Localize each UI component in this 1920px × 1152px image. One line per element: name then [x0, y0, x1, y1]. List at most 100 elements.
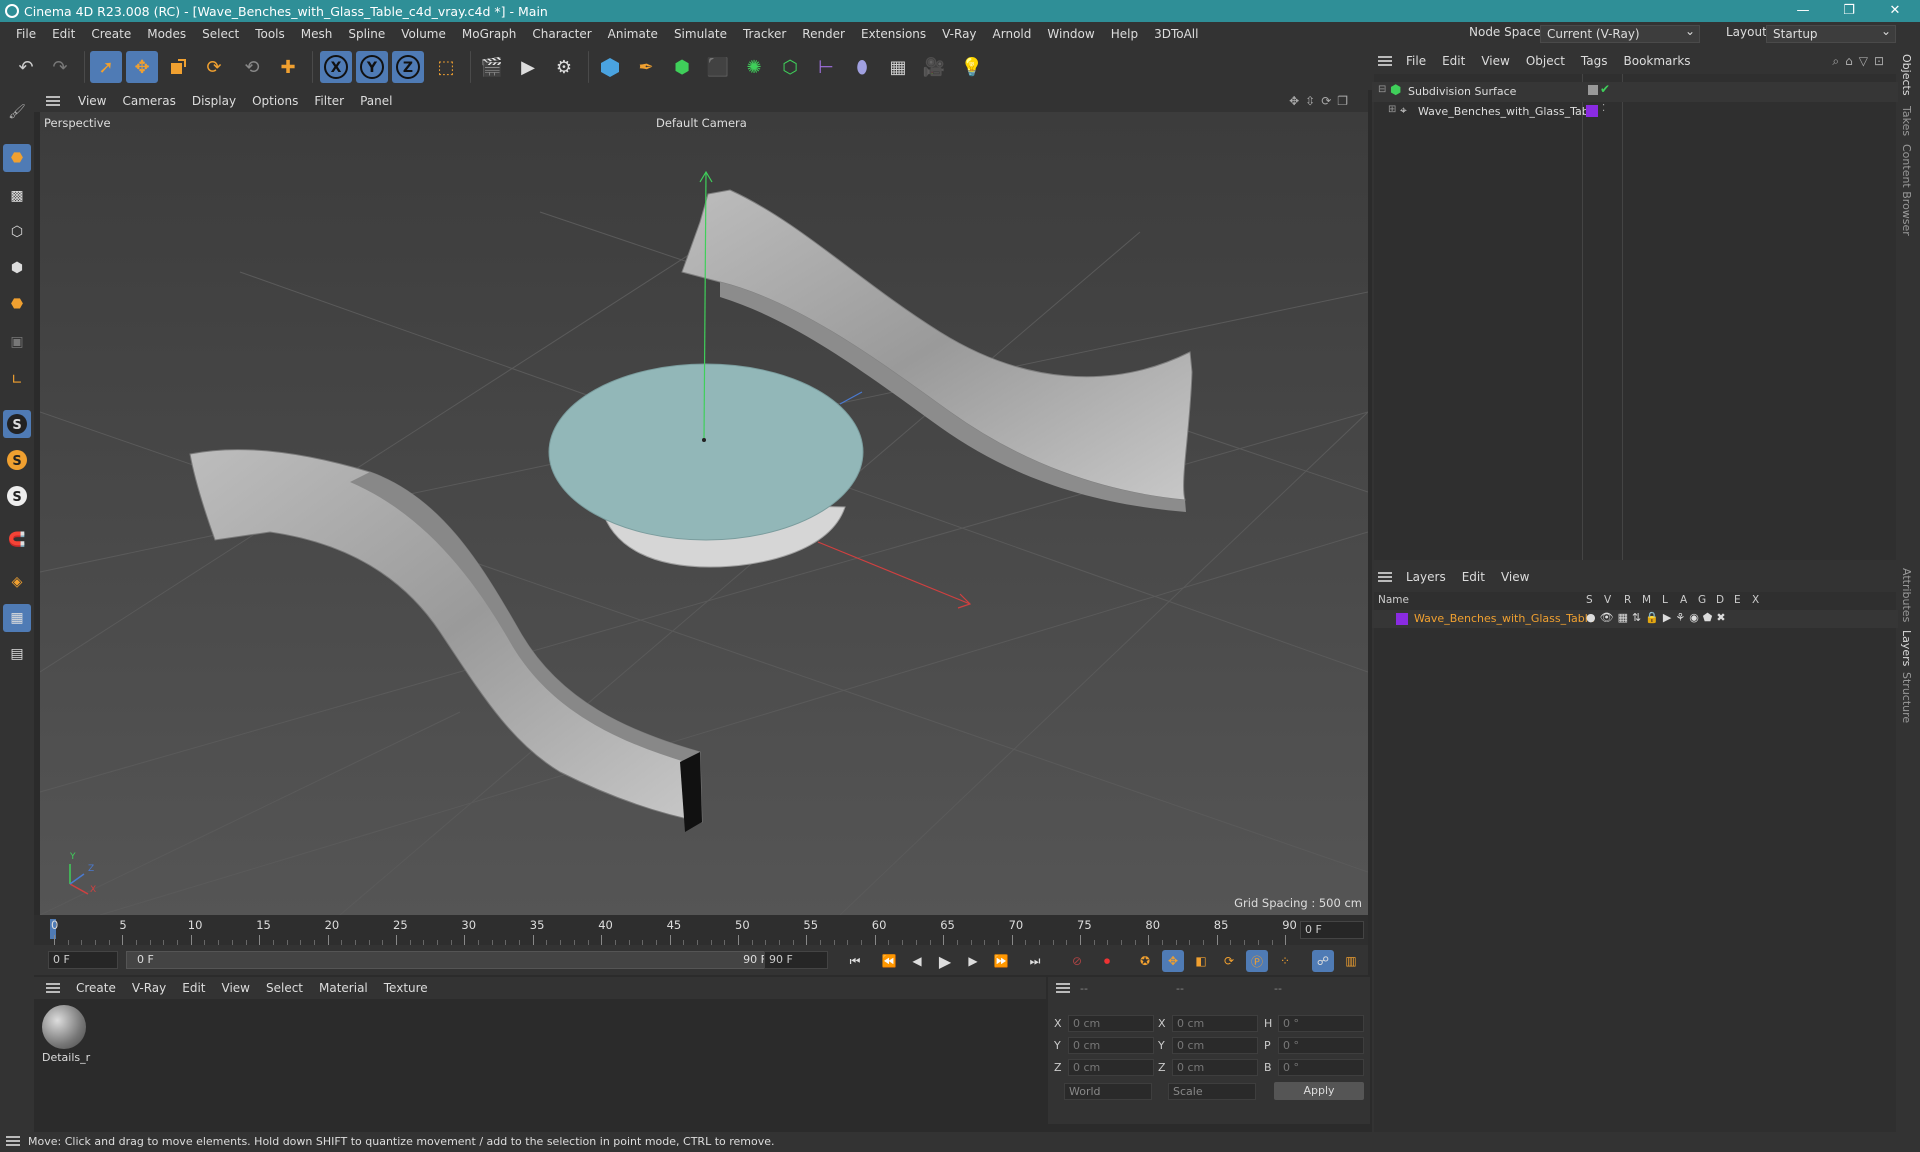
- timeline-ruler[interactable]: 0 5 10 15 20 25 30 35 40 45 50 55 60 65 70 75 80 85 90 0 F: [34, 915, 1368, 945]
- scale-key-icon[interactable]: ◧: [1190, 950, 1212, 972]
- model-mode-icon[interactable]: ⬣: [3, 144, 31, 172]
- viewport-menu-filter[interactable]: Filter: [306, 94, 352, 108]
- floor-object-icon[interactable]: ▦: [882, 51, 914, 83]
- edges-mode-icon[interactable]: ⬢: [3, 254, 31, 282]
- render-view-icon[interactable]: 🎬: [476, 51, 508, 83]
- menu-mograph[interactable]: MoGraph: [454, 27, 525, 41]
- timeline-window-icon[interactable]: ☍: [1312, 950, 1334, 972]
- material-menu-select[interactable]: Select: [258, 981, 311, 995]
- menu-modes[interactable]: Modes: [139, 27, 194, 41]
- object-menu-edit[interactable]: Edit: [1434, 54, 1473, 68]
- menu-extensions[interactable]: Extensions: [853, 27, 934, 41]
- menu-help[interactable]: Help: [1103, 27, 1146, 41]
- menu-create[interactable]: Create: [83, 27, 139, 41]
- status-menu-icon[interactable]: [6, 1136, 20, 1146]
- menu-spline[interactable]: Spline: [340, 27, 393, 41]
- camera-object-icon[interactable]: 🎥: [918, 51, 950, 83]
- coordinate-space-dropdown[interactable]: World: [1064, 1083, 1152, 1100]
- visibility-dots[interactable]: ⁚: [1602, 103, 1605, 114]
- object-menu-bookmarks[interactable]: Bookmarks: [1616, 54, 1699, 68]
- undo-icon[interactable]: ↶: [10, 51, 42, 83]
- menu-tools[interactable]: Tools: [247, 27, 293, 41]
- menu-edit[interactable]: Edit: [44, 27, 83, 41]
- apply-button[interactable]: Apply: [1274, 1082, 1364, 1100]
- current-frame-field[interactable]: 0 F: [1300, 921, 1364, 939]
- menu-3dtoall[interactable]: 3DToAll: [1146, 27, 1206, 41]
- rot-b-field[interactable]: 0 °: [1278, 1059, 1364, 1076]
- y-axis-lock-button[interactable]: Y: [356, 51, 388, 83]
- solo-button-3[interactable]: S: [3, 482, 31, 510]
- pos-x-field[interactable]: 0 cm: [1068, 1015, 1154, 1032]
- move-tool-icon[interactable]: ✥: [126, 51, 158, 83]
- coordinate-system-icon[interactable]: ⬚: [430, 51, 462, 83]
- menu-render[interactable]: Render: [794, 27, 853, 41]
- menu-file[interactable]: File: [8, 27, 44, 41]
- restore-button[interactable]: ❐: [1826, 0, 1872, 22]
- size-x-field[interactable]: 0 cm: [1172, 1015, 1258, 1032]
- solo-button-1[interactable]: S: [3, 410, 31, 438]
- layout-dropdown[interactable]: Startup: [1766, 24, 1896, 43]
- scale-tool-icon[interactable]: [162, 51, 194, 83]
- go-to-start-icon[interactable]: ⏮: [844, 950, 866, 972]
- play-icon[interactable]: ▶: [934, 950, 956, 972]
- layer-menu-icon[interactable]: [1378, 572, 1392, 582]
- select-arrow-icon[interactable]: ➚: [90, 51, 122, 83]
- material-menu-edit[interactable]: Edit: [174, 981, 213, 995]
- viewport-nav-icons[interactable]: ✥⇳⟳❐: [1289, 94, 1354, 108]
- viewport-menu-display[interactable]: Display: [184, 94, 244, 108]
- pos-z-field[interactable]: 0 cm: [1068, 1059, 1154, 1076]
- viewport-menu-icon[interactable]: [46, 96, 60, 106]
- layer-menu-layers[interactable]: Layers: [1398, 570, 1454, 584]
- axis-mode-icon[interactable]: ∟: [3, 366, 31, 394]
- object-menu-view[interactable]: View: [1473, 54, 1517, 68]
- cube-primitive-icon[interactable]: [594, 51, 626, 83]
- object-menu-object[interactable]: Object: [1518, 54, 1573, 68]
- size-y-field[interactable]: 0 cm: [1172, 1037, 1258, 1054]
- parameter-key-icon[interactable]: Ⓟ: [1246, 950, 1268, 972]
- menu-tracker[interactable]: Tracker: [735, 27, 794, 41]
- material-menu-icon[interactable]: [46, 983, 60, 993]
- subdivision-surface-icon[interactable]: ⬢: [666, 51, 698, 83]
- object-manager-tools[interactable]: ⌕⌂▽⊡: [1832, 54, 1890, 69]
- minimize-button[interactable]: —: [1780, 0, 1826, 22]
- viewport-menu-options[interactable]: Options: [244, 94, 306, 108]
- tab-structure[interactable]: Structure: [1900, 672, 1913, 723]
- material-menu-create[interactable]: Create: [68, 981, 124, 995]
- tab-takes[interactable]: Takes: [1900, 106, 1913, 136]
- size-mode-dropdown[interactable]: Scale: [1168, 1083, 1256, 1100]
- point-level-key-icon[interactable]: ⁘: [1274, 950, 1296, 972]
- object-menu-tags[interactable]: Tags: [1573, 54, 1616, 68]
- layer-color-swatch[interactable]: [1396, 613, 1408, 625]
- menu-volume[interactable]: Volume: [393, 27, 454, 41]
- material-menu-texture[interactable]: Texture: [376, 981, 436, 995]
- layer-toggle-icons[interactable]: ●👁▦⇅🔒▶⚘◉⬟✖: [1586, 611, 1730, 624]
- locked-workplane-icon[interactable]: ▤: [3, 640, 31, 668]
- perspective-label[interactable]: Perspective: [44, 116, 111, 130]
- previous-key-icon[interactable]: ⏪: [878, 950, 900, 972]
- film-strip-icon[interactable]: ▥: [1340, 950, 1362, 972]
- viewport-menu-cameras[interactable]: Cameras: [114, 94, 183, 108]
- paint-tool-icon[interactable]: 🖌: [3, 98, 31, 126]
- 3d-viewport[interactable]: Perspective Default Camera Grid Spacing …: [40, 112, 1368, 915]
- menu-mesh[interactable]: Mesh: [293, 27, 341, 41]
- material-area[interactable]: Details_r: [34, 999, 1046, 1124]
- preview-range-slider[interactable]: 0 F 90 F: [126, 951, 776, 969]
- camera-label[interactable]: Default Camera: [656, 116, 747, 130]
- bend-deformer-icon[interactable]: ⊢: [810, 51, 842, 83]
- menu-animate[interactable]: Animate: [600, 27, 666, 41]
- object-name[interactable]: Wave_Benches_with_Glass_Table: [1418, 105, 1599, 118]
- keyframe-selection-icon[interactable]: ✪: [1134, 950, 1156, 972]
- pen-spline-icon[interactable]: ✒: [630, 51, 662, 83]
- node-space-dropdown[interactable]: Current (V-Ray): [1540, 24, 1700, 43]
- enabled-check-icon[interactable]: ✔: [1600, 82, 1610, 96]
- polygons-mode-icon[interactable]: ⬣: [3, 290, 31, 318]
- uv-mode-icon[interactable]: ▣: [3, 328, 31, 356]
- tab-objects[interactable]: Objects: [1900, 54, 1913, 96]
- z-axis-lock-button[interactable]: Z: [392, 51, 424, 83]
- add-tool-icon[interactable]: ✚: [272, 51, 304, 83]
- layer-row[interactable]: Wave_Benches_with_Glass_Table ●👁▦⇅🔒▶⚘◉⬟✖: [1372, 610, 1898, 628]
- object-row-benches[interactable]: ⊞ ⌖ Wave_Benches_with_Glass_Table ⁚: [1372, 102, 1898, 122]
- pos-y-field[interactable]: 0 cm: [1068, 1037, 1154, 1054]
- tab-content-browser[interactable]: Content Browser: [1900, 144, 1913, 236]
- rot-p-field[interactable]: 0 °: [1278, 1037, 1364, 1054]
